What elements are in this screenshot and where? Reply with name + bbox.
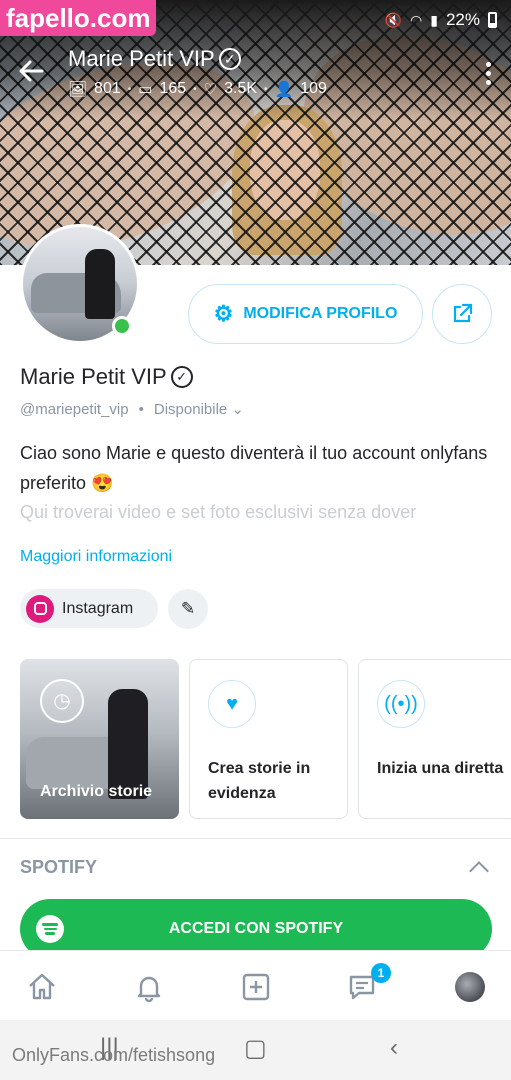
instagram-label: Instagram — [62, 599, 134, 617]
edit-profile-label: MODIFICA PROFILO — [243, 305, 398, 322]
chevron-up-icon[interactable] — [469, 861, 489, 881]
fans-icon: 👤 — [274, 81, 294, 98]
online-status-indicator — [112, 316, 132, 336]
availability-label: Disponibile — [153, 401, 228, 418]
profile-name: Marie Petit VIP ✓ — [20, 364, 193, 390]
videos-count: 165 — [159, 80, 187, 97]
bio-text-faded: Qui troverai video e set foto esclusivi … — [20, 502, 417, 522]
create-highlight-card[interactable]: ♥ Crea storie in evidenza — [189, 659, 348, 819]
header-title-text: Marie Petit VIP — [68, 46, 215, 71]
nav-home-icon[interactable] — [22, 967, 62, 1007]
battery-icon — [488, 12, 497, 28]
watermark-top: fapello.com — [0, 0, 157, 36]
instagram-link[interactable]: Instagram — [20, 589, 158, 628]
start-live-label: Inizia una diretta — [377, 760, 504, 777]
system-back-icon[interactable]: ‹ — [390, 1034, 398, 1062]
spotify-section-title: SPOTIFY — [20, 857, 98, 877]
more-options-icon[interactable] — [486, 62, 491, 85]
heart-story-icon: ♥ — [208, 680, 256, 728]
battery-percent: 22% — [445, 10, 480, 29]
likes-count: 3.5K — [224, 80, 258, 97]
signal-icon: ▮ — [430, 11, 438, 28]
header-title: Marie Petit VIP ✓ — [68, 46, 241, 72]
nav-notifications-icon[interactable] — [129, 967, 169, 1007]
share-button[interactable] — [432, 284, 492, 344]
share-icon — [453, 303, 473, 323]
nav-add-post-icon[interactable] — [236, 967, 276, 1007]
section-divider — [0, 838, 511, 839]
pencil-icon: ✎ — [180, 599, 196, 618]
start-live-card[interactable]: ((•)) Inizia una diretta — [358, 659, 511, 819]
bio-text: Ciao sono Marie e questo diventerà il tu… — [20, 443, 488, 493]
edit-links-button[interactable]: ✎ — [168, 589, 208, 629]
heart-icon: ♡ — [203, 81, 218, 98]
live-broadcast-icon: ((•)) — [377, 680, 425, 728]
spotify-icon — [36, 915, 64, 943]
fans-count: 109 — [300, 80, 327, 97]
nav-profile-avatar[interactable] — [450, 967, 490, 1007]
gear-icon: ⚙ — [213, 301, 234, 326]
create-highlight-label: Crea storie in evidenza — [208, 760, 311, 802]
more-info-link[interactable]: Maggiori informazioni — [20, 548, 172, 566]
history-clock-icon: ◷ — [40, 679, 84, 723]
separator-dot: • — [264, 83, 268, 95]
edit-profile-button[interactable]: ⚙ MODIFICA PROFILO — [188, 284, 423, 344]
profile-handle: @mariepetit_vip — [20, 400, 129, 418]
image-icon: 🖼 — [68, 81, 88, 98]
photos-count: 801 — [94, 80, 121, 97]
bottom-nav — [0, 950, 511, 1020]
profile-name-text: Marie Petit VIP — [20, 364, 167, 389]
wifi-icon: ◠ — [410, 11, 423, 28]
story-archive-label: Archivio storie — [40, 783, 153, 800]
instagram-icon — [26, 594, 54, 623]
story-archive-card[interactable]: ◷ Archivio storie — [20, 659, 179, 819]
home-button-icon[interactable]: ▢ — [244, 1034, 267, 1063]
back-arrow-icon[interactable] — [18, 58, 50, 90]
separator-dot: • — [193, 83, 197, 95]
separator-dot: • — [127, 83, 132, 95]
availability-dropdown[interactable]: Disponibile ⌄ — [154, 400, 244, 418]
video-icon: ▭ — [138, 81, 153, 98]
verified-icon: ✓ — [170, 366, 193, 388]
messages-badge: 1 — [371, 963, 391, 983]
status-bar: 🔇 ◠ ▮ 22% — [385, 10, 497, 30]
avatar — [455, 972, 485, 1002]
mute-icon: 🔇 — [384, 11, 403, 28]
verified-icon: ✓ — [218, 48, 241, 70]
avatar-image-shape — [85, 249, 115, 319]
separator-dot: • — [138, 400, 144, 418]
header-stats: 🖼 801 • ▭ 165 • ♡ 3.5K • 👤 109 — [68, 80, 327, 98]
handle-row: @mariepetit_vip • Disponibile ⌄ — [20, 400, 244, 419]
chevron-down-icon: ⌄ — [231, 401, 244, 418]
spotify-login-label: ACCEDI CON SPOTIFY — [168, 920, 344, 937]
watermark-bottom: OnlyFans.com/fetishsong — [12, 1045, 216, 1065]
